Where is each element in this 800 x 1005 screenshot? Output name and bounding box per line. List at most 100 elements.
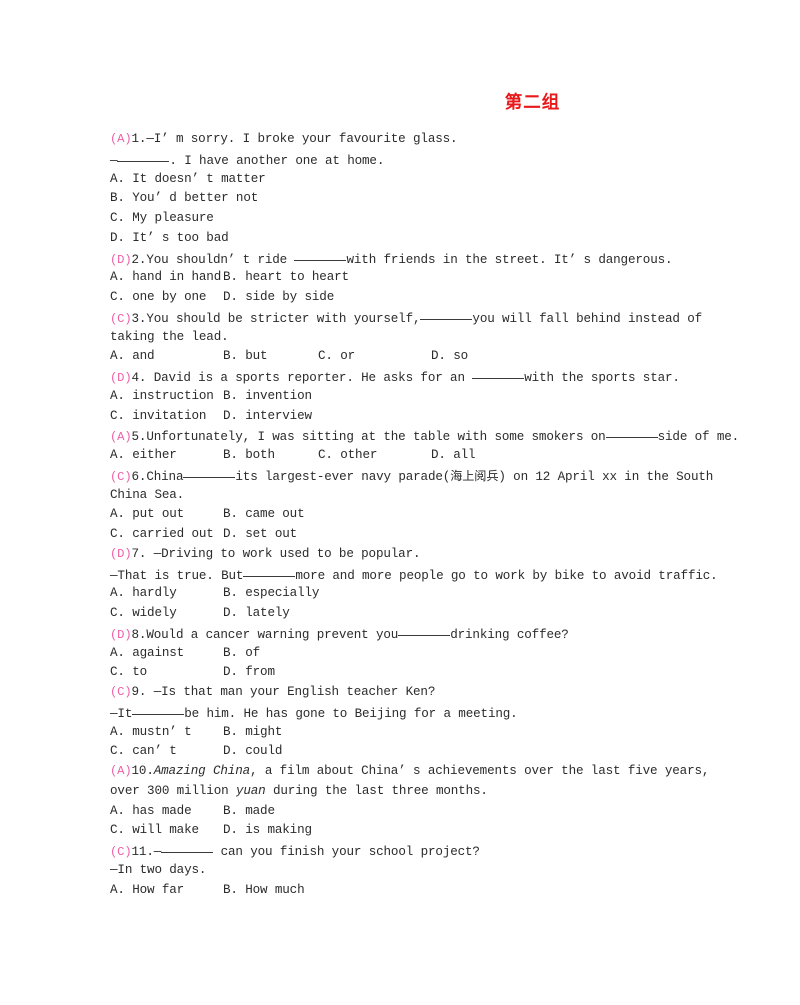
- option-choice[interactable]: D. It’ s too bad: [110, 231, 229, 245]
- option-row: C. will make D. is making: [110, 821, 710, 841]
- option-choice[interactable]: C. other: [318, 446, 377, 466]
- option-row: C. invitation D. interview: [110, 407, 710, 427]
- answer-blank[interactable]: [243, 565, 296, 577]
- option-row: D. It’ s too bad: [110, 229, 710, 249]
- stem-italic-text: Amazing China: [153, 764, 251, 778]
- question-stem-line: (A)10.Amazing China, a film about China’…: [110, 762, 710, 782]
- stem-text: You shouldn’ t ride: [146, 252, 295, 267]
- stem-text: —That is true. But: [110, 568, 244, 583]
- question-number: 4.: [131, 371, 147, 385]
- stem-text: —In two days.: [110, 862, 207, 877]
- answer-blank[interactable]: [472, 367, 525, 379]
- stem-text: side of me.: [657, 430, 740, 445]
- option-row: C. My pleasure: [110, 209, 710, 229]
- option-choice[interactable]: A. mustn’ t: [110, 723, 192, 743]
- stem-text: China Sea.: [110, 487, 185, 502]
- question-stem-line: (C)6.China its largest-ever navy parade(海…: [110, 466, 714, 486]
- option-choice[interactable]: A. hardly: [110, 584, 177, 604]
- question-stem-line: taking the lead.: [110, 328, 710, 348]
- page-canvas: 第二组 (A)1.—I’ m sorry. I broke your favou…: [0, 0, 800, 1005]
- option-choice[interactable]: D. interview: [223, 407, 312, 427]
- option-choice[interactable]: D. all: [431, 446, 476, 466]
- option-choice[interactable]: B. might: [223, 723, 282, 743]
- option-choice[interactable]: B. of: [223, 644, 260, 664]
- answer-blank[interactable]: [294, 249, 347, 261]
- option-choice[interactable]: C. one by one: [110, 288, 206, 308]
- page-title: 第二组: [504, 93, 561, 113]
- option-choice[interactable]: B. especially: [223, 584, 319, 604]
- option-choice[interactable]: B. made: [223, 802, 275, 822]
- answer-key: (A): [110, 764, 132, 778]
- option-choice[interactable]: A. instruction: [110, 387, 214, 407]
- option-choice[interactable]: A. How far: [110, 881, 184, 901]
- question-stem-line: (C)3.You should be stricter with yoursel…: [110, 308, 710, 328]
- option-row: A. hardly B. especially: [110, 584, 710, 604]
- option-choice[interactable]: D. is making: [223, 821, 312, 841]
- option-choice[interactable]: B. heart to heart: [223, 268, 349, 288]
- stem-text: be him. He has gone to Beijing for a mee…: [184, 706, 518, 721]
- answer-key: (C): [110, 845, 132, 859]
- stem-text: —: [153, 845, 162, 859]
- option-choice[interactable]: A. has made: [110, 802, 192, 822]
- option-choice[interactable]: D. side by side: [223, 288, 334, 308]
- answer-blank[interactable]: [117, 150, 170, 162]
- option-row: A. instruction B. invention: [110, 387, 710, 407]
- option-choice[interactable]: B. You’ d better not: [110, 191, 258, 205]
- stem-text: —Is that man your English teacher Ken?: [146, 685, 436, 699]
- option-choice[interactable]: C. invitation: [110, 407, 206, 427]
- stem-text: with the sports star.: [524, 371, 680, 385]
- option-row: A. mustn’ t B. might: [110, 723, 710, 743]
- question-number: 8.: [131, 627, 147, 642]
- stem-text: 海上阅兵: [450, 468, 499, 483]
- answer-blank[interactable]: [161, 841, 214, 853]
- answer-blank[interactable]: [420, 308, 473, 320]
- answer-blank[interactable]: [605, 426, 658, 439]
- option-choice[interactable]: A. hand in hand: [110, 268, 221, 288]
- stem-text: —Driving to work used to be popular.: [146, 546, 421, 561]
- option-choice[interactable]: D. lately: [223, 604, 290, 624]
- option-choice[interactable]: B. How much: [223, 881, 305, 901]
- answer-blank[interactable]: [183, 466, 236, 478]
- question-stem-line: (D)8.Would a cancer warning prevent you d…: [110, 624, 710, 644]
- option-row: C. one by one D. side by side: [110, 288, 710, 308]
- option-choice[interactable]: A. put out: [110, 505, 184, 525]
- option-choice[interactable]: C. to: [110, 663, 147, 683]
- stem-text: ) on 12 April xx in the South: [498, 469, 714, 484]
- option-choice[interactable]: D. from: [223, 663, 275, 683]
- stem-text: China: [146, 469, 184, 484]
- question-number: 5.: [131, 430, 147, 445]
- option-choice[interactable]: C. carried out: [110, 525, 214, 545]
- answer-blank[interactable]: [398, 624, 451, 636]
- option-choice[interactable]: B. invention: [223, 387, 312, 407]
- question-stem-line: — . I have another one at home.: [110, 150, 710, 170]
- option-choice[interactable]: D. so: [431, 347, 468, 367]
- stem-text: its largest-ever navy parade(: [235, 469, 451, 484]
- question-stem-line: (D)7. —Driving to work used to be popula…: [110, 545, 710, 565]
- option-choice[interactable]: A. It doesn’ t matter: [110, 172, 266, 186]
- stem-text: —: [110, 153, 118, 168]
- question-stem-line: (A)5.Unfortunately, I was sitting at the…: [110, 426, 739, 446]
- answer-blank[interactable]: [132, 703, 185, 715]
- option-choice[interactable]: A. and: [110, 347, 155, 367]
- option-choice[interactable]: C. My pleasure: [110, 211, 214, 225]
- stem-text: drinking coffee?: [450, 627, 569, 642]
- question-stem-line: (C)11.— can you finish your school proje…: [110, 841, 710, 861]
- option-choice[interactable]: B. came out: [223, 505, 305, 525]
- option-choice[interactable]: A. against: [110, 644, 184, 664]
- option-choice[interactable]: C. widely: [110, 604, 177, 624]
- option-choice[interactable]: D. could: [223, 742, 282, 762]
- option-choice[interactable]: C. will make: [110, 821, 199, 841]
- question-stem-line: (D)2.You shouldn’ t ride with friends in…: [110, 249, 710, 269]
- option-choice[interactable]: B. but: [223, 347, 268, 367]
- answer-key: (D): [110, 252, 132, 267]
- question-number: 7.: [131, 546, 147, 561]
- option-choice[interactable]: D. set out: [223, 525, 297, 545]
- option-row: A. hand in hand B. heart to heart: [110, 268, 710, 288]
- option-choice[interactable]: A. either: [110, 446, 177, 466]
- question-stem-line: (A)1.—I’ m sorry. I broke your favourite…: [110, 130, 710, 150]
- option-choice[interactable]: C. or: [318, 347, 355, 367]
- stem-text: you will fall behind instead of: [472, 311, 703, 326]
- question-number: 3.: [131, 311, 147, 326]
- option-choice[interactable]: C. can’ t: [110, 742, 177, 762]
- option-choice[interactable]: B. both: [223, 446, 275, 466]
